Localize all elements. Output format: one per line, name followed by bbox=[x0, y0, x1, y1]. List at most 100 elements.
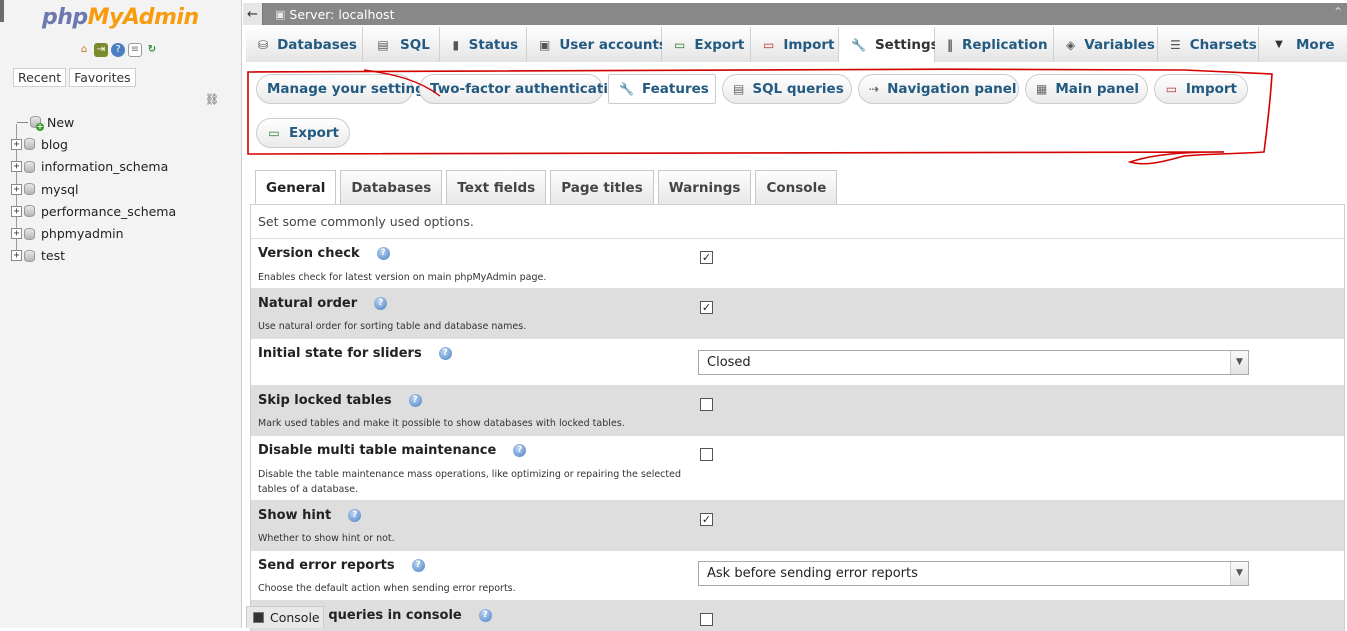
config-tab-general[interactable]: General bbox=[255, 170, 337, 205]
tree-item-db-label[interactable]: phpmyadmin bbox=[41, 226, 124, 241]
subtab-sql-queries[interactable]: ▤ SQL queries bbox=[722, 74, 852, 104]
navigation-icon: ⇢ bbox=[869, 82, 880, 96]
tree-item-db[interactable]: + blog bbox=[11, 133, 176, 155]
tree-item-db-label[interactable]: performance_schema bbox=[41, 204, 176, 219]
setting-description: Mark used tables and make it possible to… bbox=[258, 418, 625, 429]
user-accounts-icon: ▣ bbox=[539, 37, 551, 52]
tree-item-db[interactable]: + mysql bbox=[11, 178, 176, 200]
expand-icon[interactable]: + bbox=[11, 138, 22, 150]
recent-button[interactable]: Recent bbox=[13, 68, 67, 87]
select-value: Closed bbox=[707, 355, 751, 370]
subtab-navigation-panel[interactable]: ⇢ Navigation panel bbox=[858, 74, 1019, 104]
tab-export[interactable]: ▭ Export bbox=[662, 27, 751, 62]
send-error-reports-select[interactable]: Ask before sending error reports ▼ bbox=[698, 561, 1249, 586]
help-icon[interactable]: ? bbox=[348, 509, 362, 522]
tab-label: Replication bbox=[962, 36, 1048, 53]
help-icon[interactable]: ? bbox=[374, 297, 388, 310]
config-tab-warnings[interactable]: Warnings bbox=[657, 170, 752, 204]
initial-state-sliders-select[interactable]: Closed ▼ bbox=[698, 350, 1249, 375]
status-icon: ▮ bbox=[452, 37, 460, 52]
config-tab-page-titles[interactable]: Page titles bbox=[550, 170, 654, 204]
executes-queries-console-checkbox[interactable] bbox=[700, 613, 713, 626]
tree-item-new-label[interactable]: New bbox=[47, 115, 74, 130]
expand-icon[interactable]: + bbox=[11, 161, 22, 173]
tab-replication[interactable]: ‖ Replication bbox=[935, 27, 1054, 62]
server-breadcrumb[interactable]: Server: localhost bbox=[289, 7, 394, 22]
setting-description: Enables check for latest version on main… bbox=[258, 272, 547, 283]
tab-user-accounts[interactable]: ▣ User accounts bbox=[527, 27, 667, 62]
home-icon[interactable]: ⌂ bbox=[77, 43, 91, 57]
subtab-manage-your-settings[interactable]: Manage your settings bbox=[256, 74, 433, 104]
tree-item-db[interactable]: + phpmyadmin bbox=[11, 222, 176, 244]
help-icon[interactable]: ? bbox=[513, 444, 527, 457]
tree-item-db[interactable]: + performance_schema bbox=[11, 200, 176, 222]
config-tab-databases[interactable]: Databases bbox=[340, 170, 443, 204]
tab-more[interactable]: ▼ More bbox=[1259, 27, 1347, 62]
tree-item-db-label[interactable]: blog bbox=[41, 137, 68, 152]
tab-label: SQL bbox=[400, 36, 430, 53]
setting-description: Choose the default action when sending e… bbox=[258, 583, 516, 594]
main-tabs: ⛁ Databases ▤ SQL ▮ Status ▣ User accounts ▭… bbox=[246, 27, 1347, 62]
help-icon[interactable]: ? bbox=[478, 609, 492, 622]
expand-icon[interactable]: + bbox=[11, 183, 22, 195]
setting-name: Initial state for sliders? bbox=[258, 346, 452, 361]
tree-item-db[interactable]: + information_schema bbox=[11, 156, 176, 178]
help-icon[interactable]: ? bbox=[376, 247, 390, 260]
tree-item-db-label[interactable]: information_schema bbox=[41, 159, 168, 174]
tab-label: Charsets bbox=[1189, 36, 1257, 53]
database-icon bbox=[24, 249, 35, 262]
tab-charsets[interactable]: ☰ Charsets bbox=[1158, 27, 1259, 62]
scroll-top-icon[interactable]: ⌃ bbox=[1333, 5, 1343, 19]
setting-name: Natural order? bbox=[258, 296, 388, 311]
console-icon bbox=[253, 612, 264, 623]
phpmyadmin-logo[interactable]: phpMyAdmin bbox=[42, 5, 199, 30]
tree-item-db-label[interactable]: mysql bbox=[41, 182, 79, 197]
subtab-features[interactable]: 🔧 Features bbox=[608, 74, 716, 104]
show-hint-checkbox[interactable]: ✓ bbox=[700, 513, 713, 526]
subtab-two-factor-authentication[interactable]: Two-factor authentication bbox=[419, 74, 627, 104]
logo-text-myadmin: MyAdmin bbox=[87, 5, 199, 30]
tab-databases[interactable]: ⛁ Databases bbox=[246, 27, 363, 62]
subtab-import[interactable]: ▭ Import bbox=[1154, 74, 1248, 104]
help-icon[interactable]: ? bbox=[111, 43, 125, 57]
version-check-checkbox[interactable]: ✓ bbox=[700, 251, 713, 264]
tab-sql[interactable]: ▤ SQL bbox=[363, 27, 440, 62]
tab-variables[interactable]: ◈ Variables bbox=[1054, 27, 1158, 62]
expand-icon[interactable]: + bbox=[11, 250, 22, 262]
config-tab-text-fields[interactable]: Text fields bbox=[446, 170, 547, 204]
reload-icon[interactable]: ↻ bbox=[145, 43, 159, 57]
subtab-main-panel[interactable]: ▦ Main panel bbox=[1025, 74, 1148, 104]
tab-status[interactable]: ▮ Status bbox=[440, 27, 527, 62]
database-icon bbox=[24, 183, 35, 196]
tree-item-db-label[interactable]: test bbox=[41, 248, 65, 263]
database-icon bbox=[24, 138, 35, 151]
docs-icon[interactable]: ≡ bbox=[128, 43, 142, 57]
favorites-button[interactable]: Favorites bbox=[69, 68, 136, 87]
console-toggle[interactable]: Console bbox=[246, 606, 324, 628]
skip-locked-tables-checkbox[interactable] bbox=[700, 398, 713, 411]
subtab-label: Main panel bbox=[1055, 81, 1139, 97]
link-with-main-panel-icon[interactable]: ⛓ bbox=[205, 93, 219, 106]
setting-description: Use natural order for sorting table and … bbox=[258, 321, 527, 332]
config-tab-console[interactable]: Console bbox=[755, 170, 838, 204]
expand-icon[interactable]: + bbox=[11, 205, 22, 217]
setting-label: Disable multi table maintenance bbox=[258, 443, 497, 458]
tab-import[interactable]: ▭ Import bbox=[751, 27, 839, 62]
nav-top-strip bbox=[0, 0, 4, 22]
exit-icon[interactable]: ⇥ bbox=[94, 43, 108, 57]
subtab-export[interactable]: ▭ Export bbox=[256, 118, 350, 148]
tree-item-db[interactable]: + test bbox=[11, 245, 176, 267]
collapse-nav-arrow-icon[interactable]: ← bbox=[243, 3, 263, 25]
subtab-label: Import bbox=[1185, 81, 1237, 97]
tree-item-new[interactable]: New bbox=[11, 111, 176, 133]
help-icon[interactable]: ? bbox=[408, 394, 422, 407]
expand-icon[interactable]: + bbox=[11, 228, 22, 240]
natural-order-checkbox[interactable]: ✓ bbox=[700, 301, 713, 314]
disable-multi-table-checkbox[interactable] bbox=[700, 448, 713, 461]
setting-row-skip-locked-tables: Skip locked tables? Mark used tables and… bbox=[251, 386, 1344, 436]
tab-settings[interactable]: 🔧 Settings bbox=[839, 27, 939, 62]
help-icon[interactable]: ? bbox=[411, 559, 425, 572]
help-icon[interactable]: ? bbox=[438, 347, 452, 360]
tree-branch bbox=[17, 121, 28, 123]
export-icon: ▭ bbox=[268, 126, 280, 140]
